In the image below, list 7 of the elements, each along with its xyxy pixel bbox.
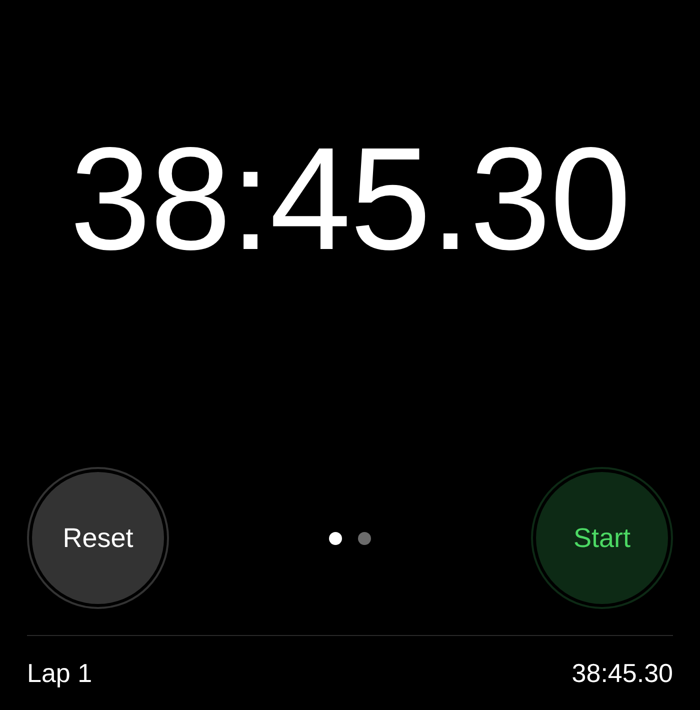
reset-button[interactable]: Reset (27, 467, 169, 610)
lap-label: Lap 1 (27, 658, 92, 689)
lap-time: 38:45.30 (572, 658, 673, 689)
stopwatch-time: 38:45.30 (70, 126, 630, 272)
page-dot[interactable] (329, 532, 342, 545)
start-button[interactable]: Start (531, 467, 673, 610)
page-dot[interactable] (358, 532, 371, 545)
